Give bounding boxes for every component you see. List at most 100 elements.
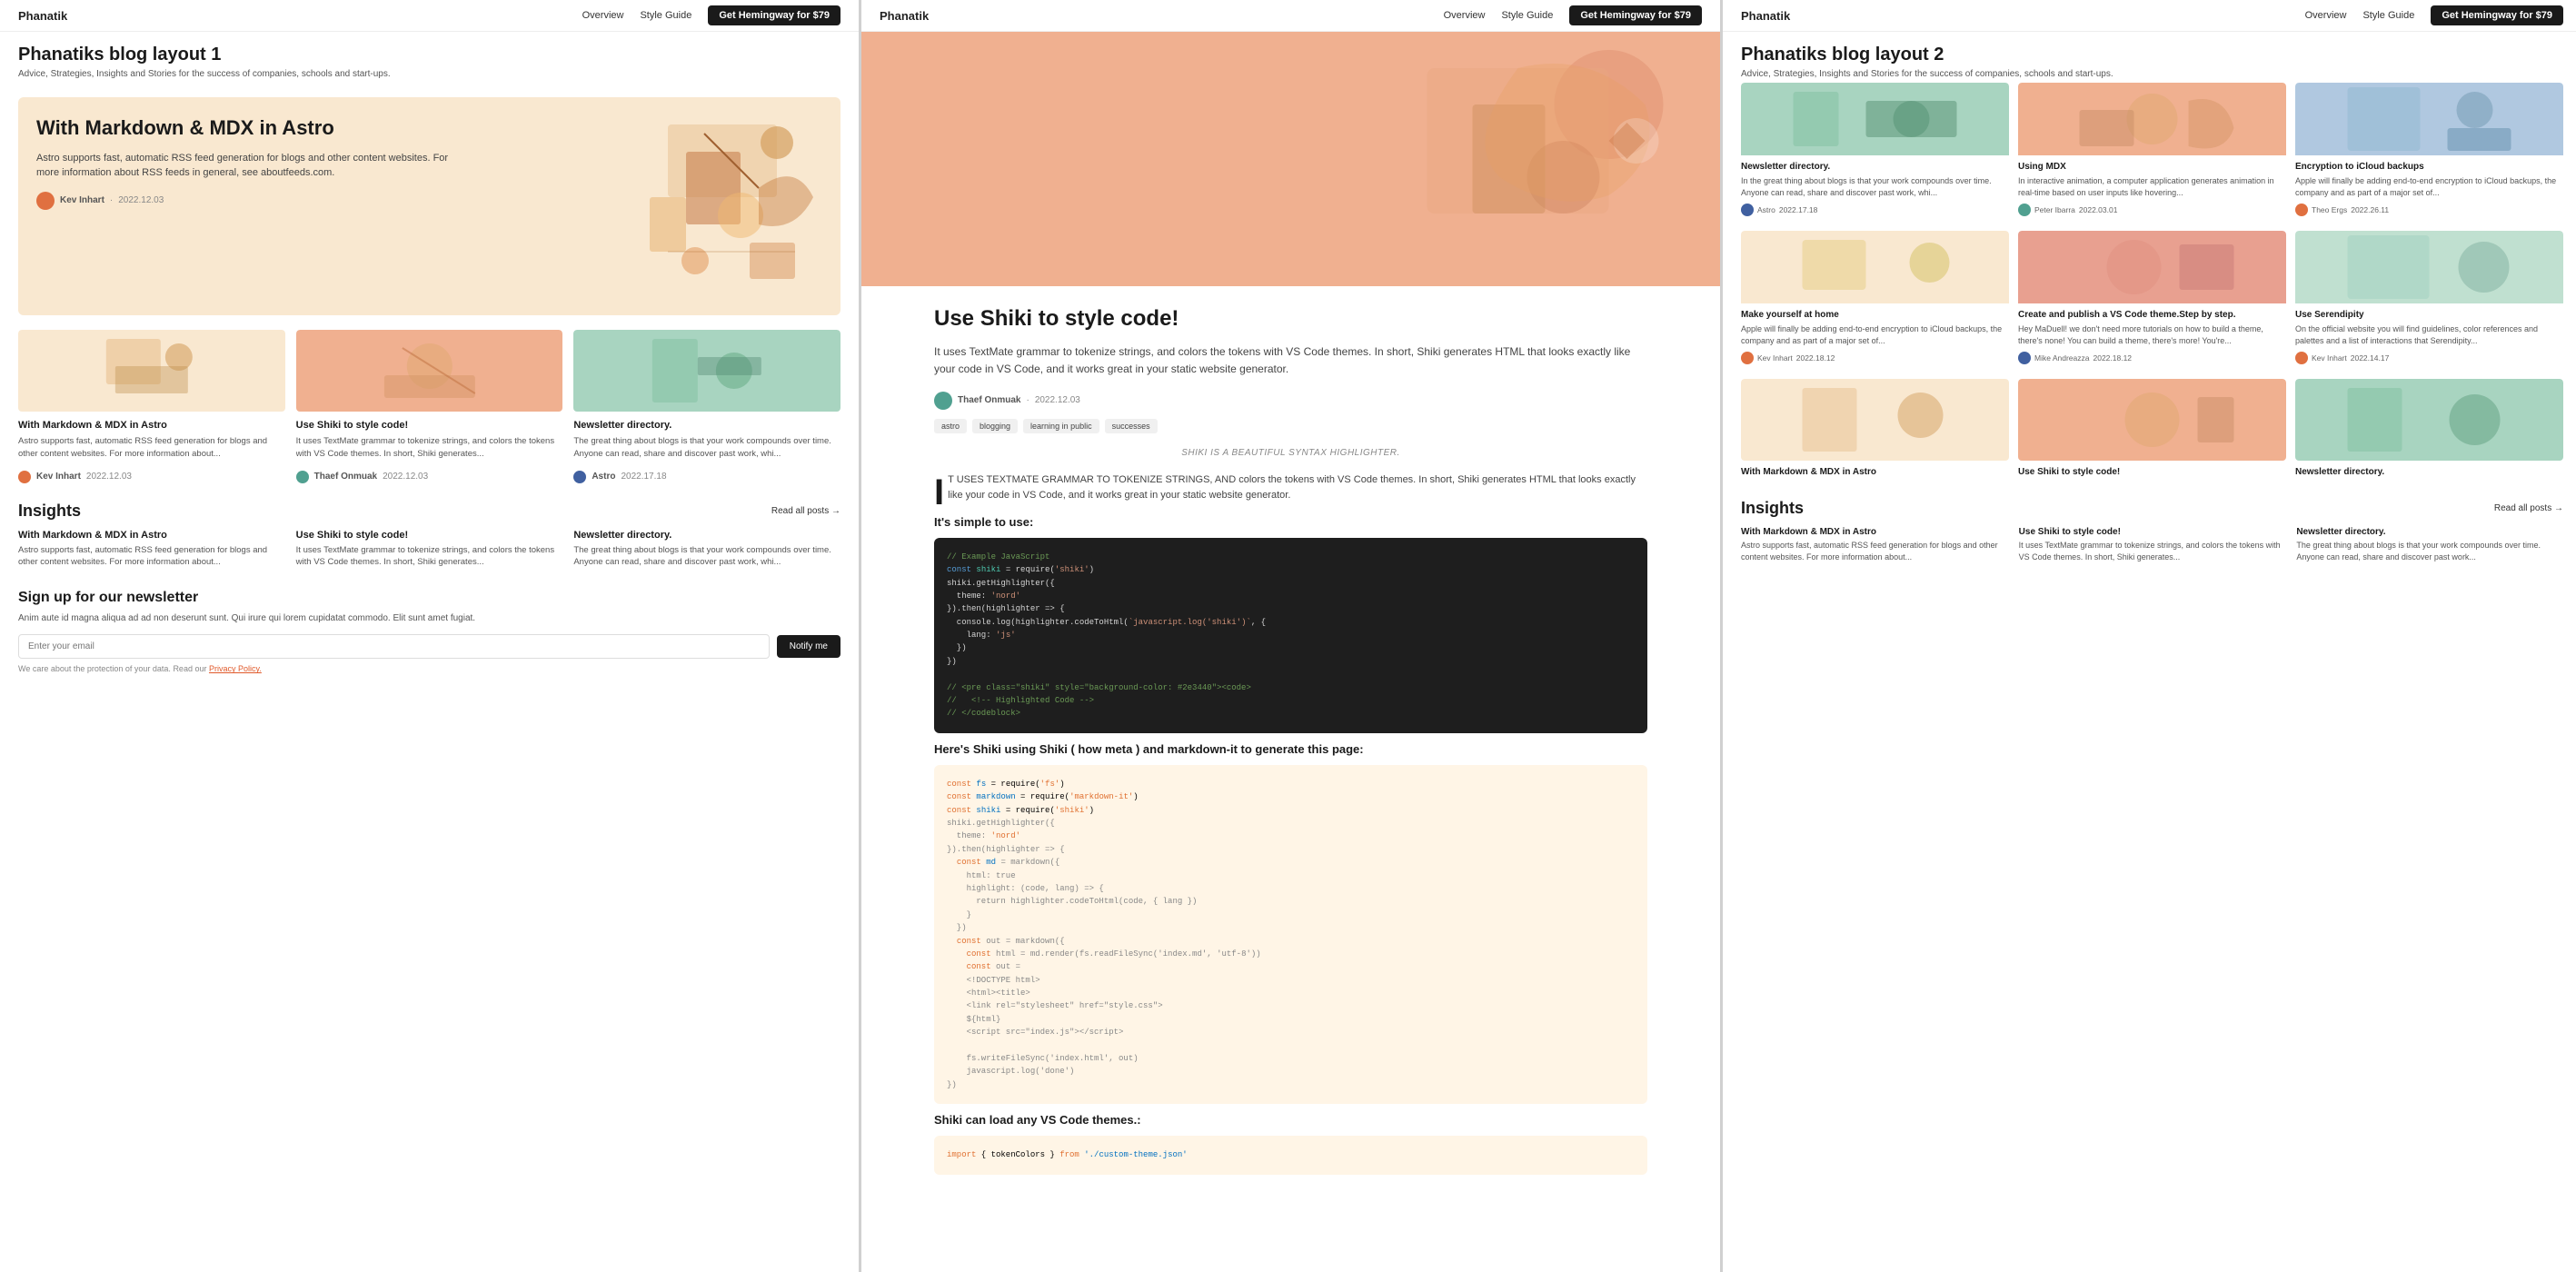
nav-cta-2[interactable]: Get Hemingway for $79 bbox=[1569, 5, 1702, 25]
grid-author-name-r2-2: Kev Inhart bbox=[2312, 353, 2347, 363]
newsletter-desc-1: Anim aute id magna aliqua ad ad non dese… bbox=[18, 611, 840, 625]
card-avatar-2 bbox=[573, 471, 586, 483]
grid-card-r2-0[interactable]: Make yourself at home Apple will finally… bbox=[1741, 231, 2009, 364]
newsletter-form-1: Notify me bbox=[18, 634, 840, 659]
card-thumb-img-0 bbox=[18, 330, 285, 412]
card-title-0: With Markdown & MDX in Astro bbox=[18, 419, 285, 432]
p3-insight-title-1: Use Shiki to style code! bbox=[2019, 527, 2286, 537]
insight-2[interactable]: Newsletter directory. The great thing ab… bbox=[573, 530, 840, 569]
insight-desc-0: Astro supports fast, automatic RSS feed … bbox=[18, 544, 285, 569]
logo-panel2: Phanatik bbox=[880, 9, 929, 23]
grid-card-r3-2[interactable]: Newsletter directory. bbox=[2295, 379, 2563, 481]
p3-insight-2[interactable]: Newsletter directory. The great thing ab… bbox=[2296, 527, 2563, 562]
grid-card-desc-r1-2: Apple will finally be adding end-to-end … bbox=[2295, 175, 2563, 198]
read-all-3[interactable]: Read all posts → bbox=[2494, 503, 2563, 513]
grid-card-r1-1[interactable]: Using MDX In interactive animation, a co… bbox=[2018, 83, 2286, 216]
grid-card-desc-r1-1: In interactive animation, a computer app… bbox=[2018, 175, 2286, 198]
grid-author-name-r2-0: Kev Inhart bbox=[1757, 353, 1793, 363]
article-description: It uses TextMate grammar to tokenize str… bbox=[934, 343, 1647, 378]
grid-card-title-r2-2: Use Serendipity bbox=[2295, 309, 2563, 321]
insight-1[interactable]: Use Shiki to style code! It uses TextMat… bbox=[296, 530, 563, 569]
simple-label: It's simple to use: bbox=[934, 515, 1647, 529]
article-date-sep: · bbox=[1026, 395, 1029, 405]
card-title-1: Use Shiki to style code! bbox=[296, 419, 563, 432]
grid-card-r3-0[interactable]: With Markdown & MDX in Astro bbox=[1741, 379, 2009, 481]
article-content: Use Shiki to style code! It uses TextMat… bbox=[861, 286, 1720, 1202]
grid-author-r2-0: Kev Inhart 2022.18.12 bbox=[1741, 352, 2009, 364]
card-title-2: Newsletter directory. bbox=[573, 419, 840, 432]
article-tags: astro blogging learning in public succes… bbox=[934, 419, 1647, 433]
grid-author-name-r1-2: Theo Ergs bbox=[2312, 205, 2347, 214]
nav-links-panel1: Overview Style Guide Get Hemingway for $… bbox=[582, 5, 840, 25]
nav-overview-3[interactable]: Overview bbox=[2305, 10, 2347, 21]
insight-desc-2: The great thing about blogs is that your… bbox=[573, 544, 840, 569]
grid-card-r1-2[interactable]: Encryption to iCloud backups Apple will … bbox=[2295, 83, 2563, 216]
hero-illustration-1 bbox=[613, 106, 831, 297]
grid-card-r2-2[interactable]: Use Serendipity On the official website … bbox=[2295, 231, 2563, 364]
insights-header-3: Insights Read all posts → bbox=[1741, 499, 2563, 518]
grid-img-r2-1 bbox=[2018, 231, 2286, 303]
nav-overview-1[interactable]: Overview bbox=[582, 10, 624, 21]
tag-successes[interactable]: successes bbox=[1105, 419, 1158, 433]
article-author-name: Thaef Onmuak bbox=[958, 395, 1020, 405]
grid-date-r1-1: 2022.03.01 bbox=[2079, 205, 2118, 214]
nav-style-guide-3[interactable]: Style Guide bbox=[2362, 10, 2414, 21]
page-title-section-1: Phanatiks blog layout 1 Advice, Strategi… bbox=[0, 32, 859, 83]
code-block-1: // Example JavaScript const shiki = requ… bbox=[934, 538, 1647, 733]
card-1-0[interactable]: With Markdown & MDX in Astro Astro suppo… bbox=[18, 330, 285, 483]
card-1-1[interactable]: Use Shiki to style code! It uses TextMat… bbox=[296, 330, 563, 483]
insight-desc-1: It uses TextMate grammar to tokenize str… bbox=[296, 544, 563, 569]
tag-learning[interactable]: learning in public bbox=[1023, 419, 1099, 433]
hero-card-1[interactable]: With Markdown & MDX in Astro Astro suppo… bbox=[18, 97, 840, 315]
nav-cta-3[interactable]: Get Hemingway for $79 bbox=[2431, 5, 2563, 25]
grid-img-r2-2 bbox=[2295, 231, 2563, 303]
nav-cta-1[interactable]: Get Hemingway for $79 bbox=[708, 5, 840, 25]
grid-author-r1-2: Theo Ergs 2022.26.11 bbox=[2295, 204, 2563, 216]
grid-img-r3-1 bbox=[2018, 379, 2286, 461]
hero-text-1: With Markdown & MDX in Astro Astro suppo… bbox=[36, 115, 469, 210]
grid-card-r2-1[interactable]: Create and publish a VS Code theme.Step … bbox=[2018, 231, 2286, 364]
load-themes-label: Shiki can load any VS Code themes.: bbox=[934, 1113, 1647, 1127]
hero-avatar-1 bbox=[36, 192, 55, 210]
card-author-name-2: Astro bbox=[592, 472, 615, 482]
nav-overview-2[interactable]: Overview bbox=[1444, 10, 1486, 21]
code-block-3: import { tokenColors } from './custom-th… bbox=[934, 1136, 1647, 1174]
grid-date-r2-2: 2022.14.17 bbox=[2351, 353, 2390, 363]
card-date-0: 2022.12.03 bbox=[86, 472, 132, 482]
grid-card-r1-0[interactable]: Newsletter directory. In the great thing… bbox=[1741, 83, 2009, 216]
newsletter-submit-1[interactable]: Notify me bbox=[777, 635, 840, 658]
hero-desc-1: Astro supports fast, automatic RSS feed … bbox=[36, 151, 469, 181]
p3-insight-1[interactable]: Use Shiki to style code! It uses TextMat… bbox=[2019, 527, 2286, 562]
card-1-2[interactable]: Newsletter directory. The great thing ab… bbox=[573, 330, 840, 483]
grid-avatar-r2-2 bbox=[2295, 352, 2308, 364]
grid-card-title-r2-0: Make yourself at home bbox=[1741, 309, 2009, 321]
insights-header-1: Insights Read all posts → bbox=[18, 502, 840, 521]
read-all-1[interactable]: Read all posts → bbox=[771, 506, 840, 516]
insight-0[interactable]: With Markdown & MDX in Astro Astro suppo… bbox=[18, 530, 285, 569]
newsletter-email-input-1[interactable] bbox=[18, 634, 770, 659]
grid-card-r3-1[interactable]: Use Shiki to style code! bbox=[2018, 379, 2286, 481]
p3-insight-0[interactable]: With Markdown & MDX in Astro Astro suppo… bbox=[1741, 527, 2008, 562]
grid-card-title-r1-2: Encryption to iCloud backups bbox=[2295, 161, 2563, 173]
privacy-link-1[interactable]: Privacy Policy. bbox=[209, 664, 262, 673]
grid-author-name-r1-0: Astro bbox=[1757, 205, 1775, 214]
nav-links-panel3: Overview Style Guide Get Hemingway for $… bbox=[2305, 5, 2563, 25]
grid-card-title-r1-1: Using MDX bbox=[2018, 161, 2286, 173]
grid-author-r1-0: Astro 2022.17.18 bbox=[1741, 204, 2009, 216]
card-date-2: 2022.17.18 bbox=[621, 472, 666, 482]
grid-date-r1-0: 2022.17.18 bbox=[1779, 205, 1818, 214]
tag-blogging[interactable]: blogging bbox=[972, 419, 1018, 433]
article-author-line: Thaef Onmuak · 2022.12.03 bbox=[934, 392, 1647, 410]
nav-style-guide-2[interactable]: Style Guide bbox=[1501, 10, 1553, 21]
grid-img-r2-0 bbox=[1741, 231, 2009, 303]
grid-img-r1-2 bbox=[2295, 83, 2563, 155]
page-title-1: Phanatiks blog layout 1 bbox=[18, 45, 840, 65]
grid-img-r1-1 bbox=[2018, 83, 2286, 155]
insights-grid-3: With Markdown & MDX in Astro Astro suppo… bbox=[1741, 527, 2563, 562]
tag-astro[interactable]: astro bbox=[934, 419, 967, 433]
nav-panel2: Phanatik Overview Style Guide Get Heming… bbox=[861, 0, 1720, 32]
grid-avatar-r2-0 bbox=[1741, 352, 1754, 364]
nav-style-guide-1[interactable]: Style Guide bbox=[640, 10, 691, 21]
article-hero-image bbox=[861, 32, 1720, 286]
page-subtitle-3: Advice, Strategies, Insights and Stories… bbox=[1741, 69, 2563, 79]
